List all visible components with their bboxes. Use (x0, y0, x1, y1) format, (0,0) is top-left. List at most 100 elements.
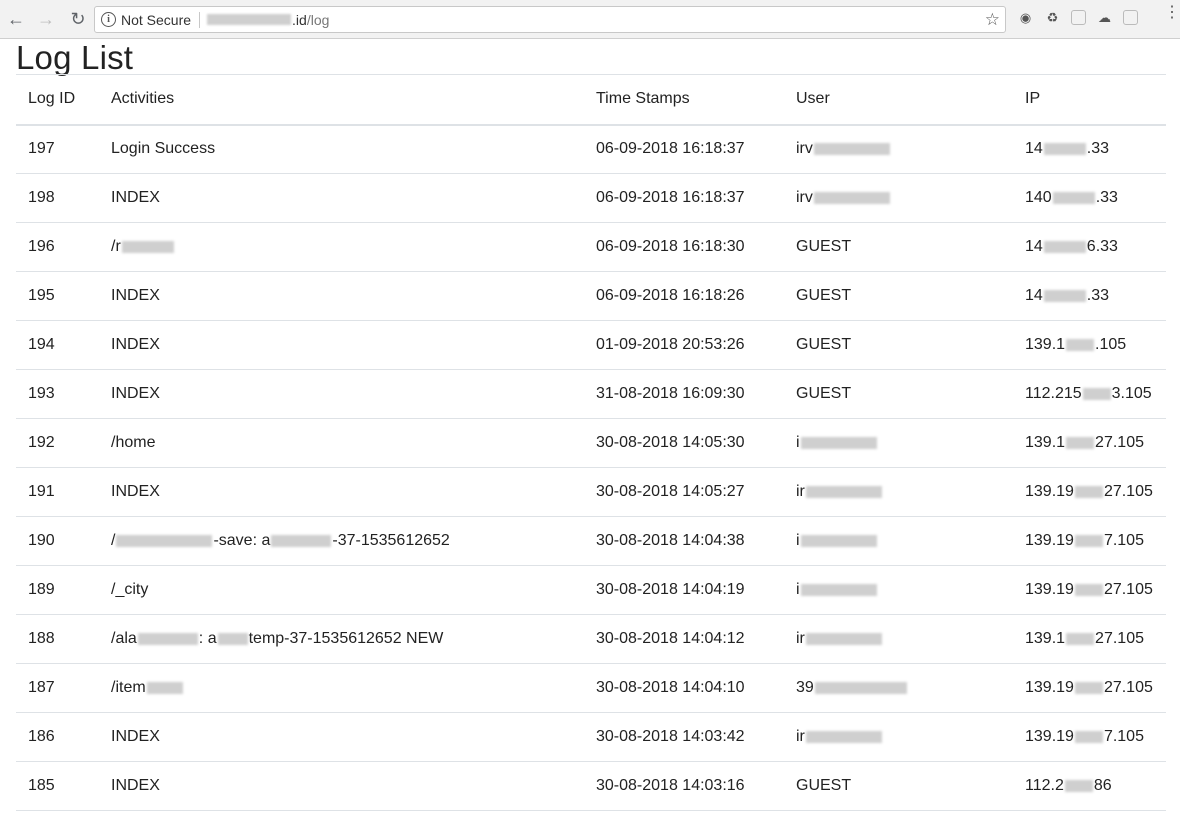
ip-text: 14 (1025, 287, 1043, 304)
browser-menu-icon[interactable]: ⋮ (1164, 5, 1180, 21)
user-text: GUEST (796, 238, 852, 255)
cell-activity: INDEX (99, 468, 584, 517)
cell-activity: Login Success (99, 125, 584, 174)
cell-activity: /item (99, 664, 584, 713)
cell-ip: 139.19 7.105 (1013, 517, 1166, 566)
activity-text-middle: -save: a (213, 532, 271, 549)
table-row: 197 Login Success 06-09-2018 16:18:37 irv 14… (16, 125, 1166, 174)
redacted-text (1043, 289, 1086, 302)
cell-activity: /ala: a temp-37-1535612652 NEW (99, 615, 584, 664)
table-row: 191 INDEX 30-08-2018 14:05:27 ir 139.19 27.10… (16, 468, 1166, 517)
cell-timestamp: 30-08-2018 14:03:16 (596, 777, 745, 794)
column-header-ip: IP (1025, 90, 1041, 108)
user-text: ir (796, 483, 805, 500)
redacted-domain (207, 14, 292, 25)
cell-user: ir (784, 713, 1013, 762)
cell-user: GUEST (784, 370, 1013, 419)
cell-user: GUEST (784, 223, 1013, 272)
cell-ip: 139.1 27.105 (1013, 419, 1166, 468)
grid-extension-icon[interactable] (1071, 10, 1086, 25)
cell-activity: /home (99, 419, 584, 468)
bookmark-star-icon[interactable]: ☆ (985, 10, 1000, 30)
user-text: irv (796, 189, 813, 206)
log-table-body: 197 Login Success 06-09-2018 16:18:37 irv 14… (16, 125, 1166, 811)
ip-text: 112.2 (1025, 777, 1064, 794)
column-header-time-stamps: Time Stamps (596, 90, 690, 108)
cell-timestamp: 30-08-2018 14:04:12 (596, 630, 745, 647)
extension-icons: ◉ ♻ ☁ (1017, 9, 1138, 26)
table-row: 196/r 06-09-2018 16:18:30 GUEST 14 6.33 (16, 223, 1166, 272)
table-row: 188/ala: a temp-37-1535612652 NEW 30-08-20… (16, 615, 1166, 664)
cell-timestamp: 30-08-2018 14:05:30 (596, 434, 745, 451)
activity-text: /_city (111, 581, 149, 598)
redacted-text (1074, 485, 1103, 498)
address-bar[interactable]: i Not Secure .id/log ☆ (94, 6, 1006, 33)
redacted-text (146, 681, 183, 694)
card-extension-icon[interactable] (1123, 10, 1138, 25)
cell-log-id: 192 (28, 434, 55, 451)
log-table-container: Log ID Activities Time Stamps User IP 19… (16, 74, 1166, 811)
activity-text: INDEX (111, 385, 160, 402)
ip-text: 14 (1025, 238, 1043, 255)
activity-text-end: -37-1535612652 (332, 532, 450, 549)
cell-ip: 139.19 7.105 (1013, 713, 1166, 762)
ip-text: 112.215 (1025, 385, 1082, 402)
cell-user: GUEST (784, 762, 1013, 811)
ip-tail-text: .33 (1086, 140, 1110, 158)
redacted-text (116, 534, 213, 547)
cell-ip: 139.19 27.105 (1013, 468, 1166, 517)
column-header-log-id: Log ID (28, 90, 76, 108)
cell-user: i (784, 566, 1013, 615)
activity-text: INDEX (111, 336, 160, 353)
panda-extension-icon[interactable]: ◉ (1017, 9, 1034, 26)
ip-tail-text: 7.105 (1103, 728, 1144, 745)
cell-user: i (784, 419, 1013, 468)
ip-tail-text: 27.105 (1103, 581, 1153, 598)
redacted-text (121, 240, 174, 253)
redacted-text (1066, 436, 1095, 449)
redacted-text (271, 534, 332, 547)
ip-text: 139.1 (1025, 336, 1066, 353)
redacted-text (1082, 387, 1111, 400)
cell-ip: 139.1 27.105 (1013, 615, 1166, 664)
cell-timestamp: 30-08-2018 14:04:19 (596, 581, 745, 598)
user-text: 39 (796, 679, 814, 696)
cell-user: irv (784, 174, 1013, 223)
cell-timestamp: 30-08-2018 14:05:27 (596, 483, 745, 500)
ip-tail-text: .33 (1095, 189, 1118, 206)
user-text: ir (796, 630, 805, 647)
ip-text: 139.1 (1025, 630, 1066, 647)
table-row: 195 INDEX 06-09-2018 16:18:26 GUEST 14.33 (16, 272, 1166, 321)
info-icon[interactable]: i (101, 12, 116, 27)
ip-tail-text: 27.105 (1095, 434, 1144, 451)
forward-arrow-icon[interactable]: → (36, 9, 56, 29)
table-row: 198 INDEX 06-09-2018 16:18:37 irv 140.33 (16, 174, 1166, 223)
security-label[interactable]: Not Secure (121, 12, 191, 28)
redacted-text (137, 632, 198, 645)
ip-tail-text: 86 (1093, 777, 1112, 794)
cell-user: 39 (784, 664, 1013, 713)
ip-text: 139.19 (1025, 532, 1074, 549)
cloud-extension-icon[interactable]: ☁ (1096, 9, 1113, 26)
redacted-text (805, 632, 882, 645)
cell-user: i (784, 517, 1013, 566)
back-arrow-icon[interactable]: ← (6, 9, 26, 29)
redacted-text (1066, 338, 1095, 351)
redacted-text (1074, 583, 1103, 596)
recycle-extension-icon[interactable]: ♻ (1044, 9, 1061, 26)
reload-icon[interactable]: ↻ (68, 9, 88, 29)
activity-text-middle: : a (198, 630, 217, 647)
cell-log-id: 197 (28, 140, 55, 158)
activity-text: /r (111, 238, 121, 255)
ip-text: 14 (1025, 140, 1043, 158)
cell-ip: 14.33 (1013, 272, 1166, 321)
activity-text: INDEX (111, 483, 160, 500)
user-text: GUEST (796, 287, 852, 304)
column-header-activities: Activities (111, 90, 175, 108)
redacted-text (805, 730, 882, 743)
table-row: 187/item 30-08-2018 14:04:10 39 139.19 27.10… (16, 664, 1166, 713)
user-text: GUEST (796, 777, 852, 794)
redacted-text (1064, 779, 1093, 792)
cell-log-id: 190 (28, 532, 55, 549)
url-path: /log (306, 11, 330, 28)
